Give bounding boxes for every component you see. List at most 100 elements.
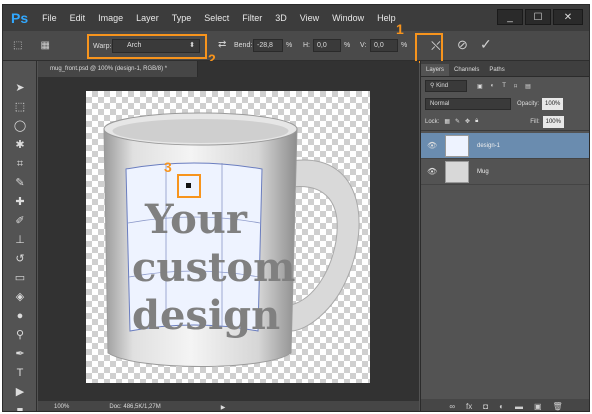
menu-type[interactable]: Type [172,13,192,23]
status-arrow-icon[interactable]: ▶ [221,404,226,411]
window-controls: _ ☐ ✕ [497,9,583,25]
document-tab-label: mug_front.psd @ 100% (design-1, RGB/8) * [50,66,168,72]
zoom-level[interactable]: 100% [54,404,69,410]
tab-layers[interactable]: Layers [421,64,450,76]
menu-help[interactable]: Help [377,13,396,23]
kind-filter-select[interactable]: ⚲ Kind [425,80,467,92]
delete-layer-icon[interactable]: 🗑︎ [553,402,563,411]
menu-bar: Ps File Edit Image Layer Type Select Fil… [3,5,589,31]
menu-layer[interactable]: Layer [136,13,159,23]
lock-row: Lock: ▦ ✎ ✥ 🔒︎ Fill: 100% [421,113,589,131]
layer-row-mug[interactable]: 👁︎ Mug [421,159,589,185]
eraser-tool-icon[interactable]: ▭ [3,269,37,288]
filter-pixel-icon[interactable]: ▣ [477,83,483,90]
layers-panel-footer: ∞ fx ◘ ◐ ▬ ▣ 🗑︎ [421,399,589,411]
h-unit: % [344,42,351,49]
close-button[interactable]: ✕ [553,9,583,25]
dodge-tool-icon[interactable]: ⚲ [3,326,37,345]
lasso-tool-icon[interactable]: ◯ [3,117,37,136]
bucket-tool-icon[interactable]: ◈ [3,288,37,307]
magic-wand-icon[interactable]: ✱ [3,136,37,155]
move-tool-icon[interactable]: ➤ [3,79,37,98]
minimize-button[interactable]: _ [497,9,523,25]
new-layer-icon[interactable]: ▣ [534,402,542,411]
fx-icon[interactable]: fx [466,402,472,411]
reference-point-icon[interactable]: ▦ [40,40,49,51]
pen-tool-icon[interactable]: ✒ [3,345,37,364]
blend-row: Normal Opacity: 100% [421,95,589,113]
adjustment-layer-icon[interactable]: ◐ [499,402,504,411]
h-label: H: [303,42,310,49]
filter-adjust-icon[interactable]: ◐ [491,83,495,89]
callout-1: 1 [396,21,404,37]
filter-shape-icon[interactable]: ⌑ [514,83,517,90]
lock-transparency-icon[interactable]: ▦ [444,118,450,125]
menu-3d[interactable]: 3D [275,13,287,23]
maximize-button[interactable]: ☐ [525,9,551,25]
bend-field[interactable]: -28,8 [253,39,283,52]
tools-panel: ➤ ⬚ ◯ ✱ ⌗ ✎ ✚ ✐ ⊥ ↺ ▭ ◈ ● ⚲ ✒ T ▶ ■ [3,61,37,411]
layer-thumbnail [445,160,469,183]
bend-label: Bend: [234,42,253,49]
eye-icon[interactable]: 👁︎ [427,141,439,150]
eyedropper-tool-icon[interactable]: ✎ [3,174,37,193]
marquee-tool-icon[interactable]: ⬚ [3,98,37,117]
commit-transform-icon[interactable]: ✓ [480,36,492,53]
callout-3: 3 [164,159,172,175]
path-select-icon[interactable]: ▶ [3,383,37,402]
lock-pixels-icon[interactable]: ✎ [455,118,460,125]
fill-label: Fill: [530,118,540,125]
warp-control-point[interactable] [186,183,191,188]
opacity-label: Opacity: [517,101,540,107]
menu-edit[interactable]: Edit [70,13,86,23]
new-group-icon[interactable]: ▬ [515,402,523,411]
add-mask-icon[interactable]: ◘ [483,402,488,411]
transform-tool-icon[interactable]: ⬚ [13,40,22,51]
bend-unit: % [286,42,293,49]
v-unit: % [401,42,408,49]
opacity-field[interactable]: 100% [542,98,564,110]
search-icon: ⚲ [430,83,435,89]
cancel-transform-icon[interactable]: ⊘ [457,37,468,53]
history-brush-icon[interactable]: ↺ [3,250,37,269]
crop-tool-icon[interactable]: ⌗ [3,155,37,174]
eye-icon[interactable]: 👁︎ [427,167,439,176]
brush-tool-icon[interactable]: ✐ [3,212,37,231]
healing-tool-icon[interactable]: ✚ [3,193,37,212]
tab-channels[interactable]: Channels [449,64,484,76]
menu-view[interactable]: View [300,13,319,23]
panel-tabs: Layers Channels Paths [421,61,589,77]
ps-logo: Ps [11,10,29,26]
shape-tool-icon[interactable]: ■ [3,402,37,411]
status-bar: 100% Doc: 486,5K/1,27M ▶ [38,401,419,411]
lock-all-icon[interactable]: 🔒︎ [475,118,478,125]
design-text: Your custom design [132,196,296,340]
menu-file[interactable]: File [42,13,57,23]
type-tool-icon[interactable]: T [3,364,37,383]
lock-position-icon[interactable]: ✥ [465,118,470,125]
layer-row-design[interactable]: 👁︎ design-1 [421,133,589,159]
tab-paths[interactable]: Paths [484,64,509,76]
blur-tool-icon[interactable]: ● [3,307,37,326]
canvas[interactable]: 3 Your custom design [86,91,370,383]
menu-filter[interactable]: Filter [242,13,262,23]
h-field[interactable]: 0,0 [313,39,341,52]
menu-select[interactable]: Select [204,13,229,23]
filter-smart-icon[interactable]: ▤ [525,83,531,90]
layer-name: design-1 [477,142,501,149]
toggle-warp-highlight-box [415,33,443,63]
stamp-tool-icon[interactable]: ⊥ [3,231,37,250]
design-line-1: Your [145,196,247,243]
design-line-2: custom [132,244,296,291]
filter-type-icon[interactable]: T [502,83,506,89]
blend-mode-select[interactable]: Normal [425,98,511,110]
document-area: mug_front.psd @ 100% (design-1, RGB/8) * [38,61,419,401]
fill-field[interactable]: 100% [542,115,564,128]
design-line-3: design [132,292,281,339]
v-field[interactable]: 0,0 [370,39,398,52]
menu-window[interactable]: Window [332,13,364,23]
document-tab[interactable]: mug_front.psd @ 100% (design-1, RGB/8) * [38,61,198,77]
warp-orientation-icon[interactable]: ⇄ [218,39,226,50]
link-layers-icon[interactable]: ∞ [449,402,455,411]
menu-image[interactable]: Image [98,13,123,23]
